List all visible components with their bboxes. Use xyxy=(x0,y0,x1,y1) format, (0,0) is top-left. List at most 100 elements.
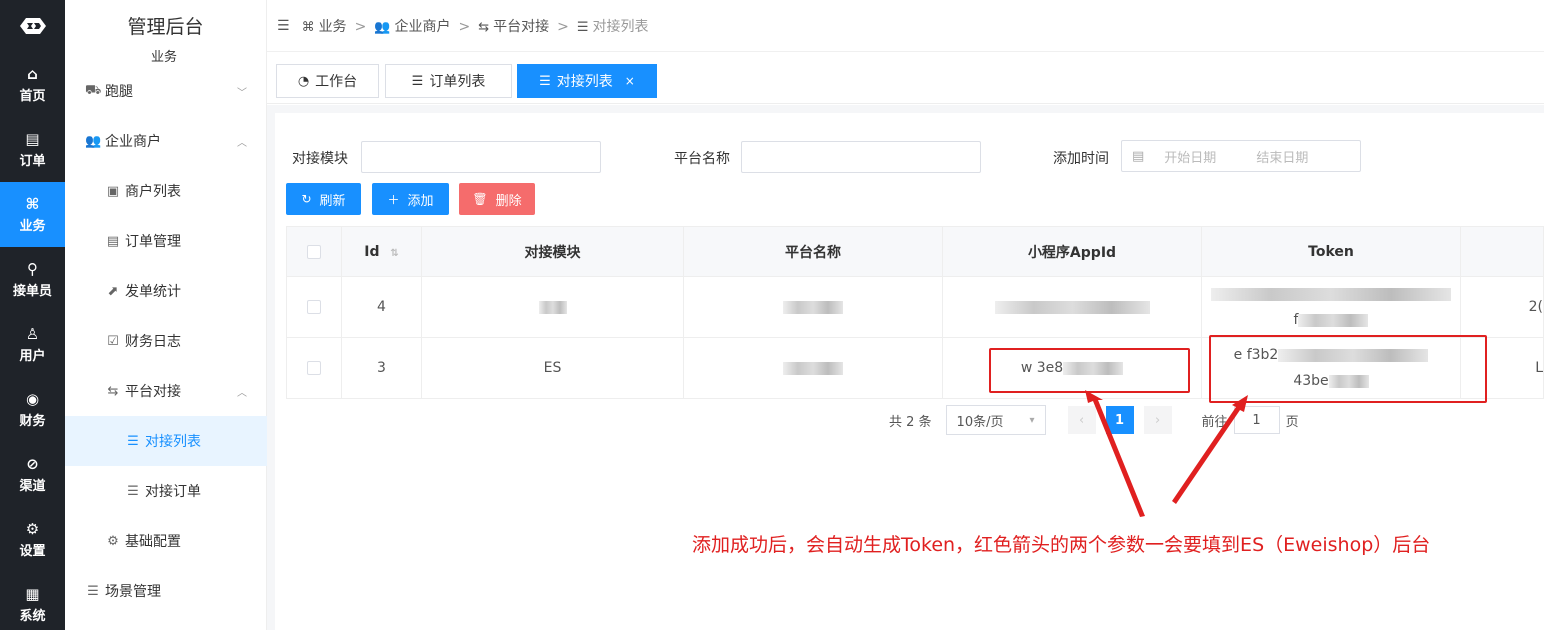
collapse-menu-icon[interactable]: ☰ xyxy=(277,18,290,34)
time-label: 添加时间 xyxy=(1053,151,1109,167)
sidebar-item-4[interactable]: ⬈ 发单统计 xyxy=(65,266,267,316)
tab-label: 订单列表 xyxy=(429,74,486,90)
date-range-picker[interactable]: ▤ 开始日期 结束日期 xyxy=(1121,140,1361,172)
sort-icon[interactable]: ⇅ xyxy=(390,248,398,259)
sidebar-item-label: 对接列表 xyxy=(145,434,201,450)
chevron-up-icon: ︿ xyxy=(237,137,247,149)
list-icon: ☰ xyxy=(127,433,139,449)
sidebar-item-10[interactable]: ☰ 场景管理 xyxy=(65,566,267,616)
sidebar-item-9[interactable]: ⚙ 基础配置 xyxy=(65,516,267,566)
end-date-input[interactable]: 结束日期 xyxy=(1256,147,1308,166)
tab-integration-list[interactable]: ☰ 对接列表 × xyxy=(517,64,657,98)
close-icon[interactable]: × xyxy=(625,74,635,88)
breadcrumb-item-3[interactable]: ☰ 对接列表 xyxy=(577,19,649,35)
sidebar-item-2[interactable]: ▣ 商户列表 xyxy=(65,166,267,216)
extra-fragment: L xyxy=(1535,360,1543,376)
id-column-header[interactable]: Id ⇅ xyxy=(341,226,422,277)
sidebar-item-label: 财务日志 xyxy=(125,334,181,350)
breadcrumb-item-1[interactable]: 👥 企业商户 xyxy=(374,19,450,35)
breadcrumb-label: 业务 xyxy=(318,18,347,35)
sidebar-item-1[interactable]: 👥 企业商户 ︿ xyxy=(65,116,267,166)
bike-icon: ⚲ xyxy=(27,260,38,278)
start-date-input[interactable]: 开始日期 xyxy=(1164,147,1216,166)
lines-icon: ☰ xyxy=(127,483,139,499)
chevron-up-icon: ︿ xyxy=(237,387,247,399)
rail-item-label: 接单员 xyxy=(12,284,52,299)
rail-item-0[interactable]: ⌂ 首页 xyxy=(0,52,65,117)
sidebar-item-7[interactable]: ☰ 对接列表 xyxy=(65,416,267,466)
rail-item-label: 设置 xyxy=(19,544,46,559)
row-checkbox[interactable] xyxy=(286,337,342,399)
id-card-icon: ▣ xyxy=(106,183,120,199)
app-rail: ⌂ 首页 ▤ 订单 ⌘ 业务 ⚲ 接单员 ♙ 用户 ◉ 财务 ⊘ 渠道 ⚙ 设置 ▦ 系统 xyxy=(0,0,65,630)
rail-item-label: 用户 xyxy=(19,349,46,364)
sidebar-item-6[interactable]: ⇆ 平台对接 ︿ xyxy=(65,366,267,416)
sidebar-item-3[interactable]: ▤ 订单管理 xyxy=(65,216,267,266)
trash-icon: 🗑 xyxy=(472,192,488,206)
delete-label: 删除 xyxy=(495,193,522,209)
breadcrumb-label: 企业商户 xyxy=(394,18,451,35)
app-title: 管理后台 xyxy=(127,16,204,38)
rail-item-4[interactable]: ♙ 用户 xyxy=(0,312,65,377)
breadcrumb-item-0[interactable]: ⌘ 业务 xyxy=(302,19,347,35)
goto-page-input[interactable]: 1 xyxy=(1233,406,1280,434)
gear-icon: ⚙ xyxy=(107,533,119,549)
document-icon: ▤ xyxy=(106,233,120,249)
chevron-down-icon: ﹀ xyxy=(237,87,247,99)
sidebar-item-5[interactable]: ☑ 财务日志 xyxy=(65,316,267,366)
dashboard-icon: ◔ xyxy=(297,73,310,89)
sidebar-item-label: 对接订单 xyxy=(145,484,201,500)
sidebar-item-label: 商户列表 xyxy=(125,184,181,200)
rail-item-label: 渠道 xyxy=(19,479,46,494)
row-checkbox[interactable] xyxy=(286,276,342,338)
swap-icon: ⇆ xyxy=(107,383,119,399)
rail-item-5[interactable]: ◉ 财务 xyxy=(0,377,65,442)
page-size-select[interactable]: 10条/页 ▾ xyxy=(945,405,1046,435)
platform-input[interactable] xyxy=(741,141,981,173)
next-page-button[interactable]: › xyxy=(1143,406,1172,434)
sidebar-item-label: 发单统计 xyxy=(125,284,181,300)
extra-column-header xyxy=(1460,226,1544,277)
row-id: 4 xyxy=(341,276,422,338)
tab-workbench[interactable]: ◔ 工作台 xyxy=(276,64,379,98)
rail-item-6[interactable]: ⊘ 渠道 xyxy=(0,442,65,507)
logo-icon[interactable] xyxy=(0,0,65,52)
rail-item-8[interactable]: ▦ 系统 xyxy=(0,572,65,637)
prev-page-button[interactable]: ‹ xyxy=(1067,406,1096,434)
module-input[interactable] xyxy=(361,141,601,173)
rail-item-label: 系统 xyxy=(19,609,46,624)
rail-item-label: 财务 xyxy=(19,414,46,429)
row-id: 3 xyxy=(341,337,422,399)
goto-suffix: 页 xyxy=(1285,414,1299,430)
delete-button[interactable]: 🗑 删除 xyxy=(459,183,535,215)
rail-item-3[interactable]: ⚲ 接单员 xyxy=(0,247,65,312)
rail-item-7[interactable]: ⚙ 设置 xyxy=(0,507,65,572)
settings-icon: ⚙ xyxy=(25,520,40,538)
compass-icon: ⊘ xyxy=(26,455,39,473)
rail-item-2[interactable]: ⌘ 业务 xyxy=(0,182,65,247)
sidebar-item-label: 企业商户 xyxy=(105,134,161,150)
select-all-checkbox[interactable] xyxy=(286,226,342,277)
row-token: f xyxy=(1201,276,1461,338)
tab-order-list[interactable]: ☰ 订单列表 xyxy=(385,64,512,98)
calendar-icon: ▤ xyxy=(1132,148,1145,164)
redacted-text xyxy=(783,361,843,375)
extra-fragment: 2( xyxy=(1528,299,1543,315)
sidebar-item-8[interactable]: ☰ 对接订单 xyxy=(65,466,267,516)
chevron-down-icon: ▾ xyxy=(1029,414,1035,426)
sidebar-item-label: 订单管理 xyxy=(125,234,181,250)
row-platform xyxy=(683,276,943,338)
log-icon: ☑ xyxy=(107,333,119,349)
rail-item-1[interactable]: ▤ 订单 xyxy=(0,117,65,182)
table-row: 4 f 2( xyxy=(286,276,1544,338)
sidebar-item-0[interactable]: ⛟ 跑腿 ﹀ xyxy=(65,66,267,116)
page-1-button[interactable]: 1 xyxy=(1105,406,1134,434)
breadcrumb-item-2[interactable]: ⇆ 平台对接 xyxy=(478,19,549,35)
breadcrumb-label: 平台对接 xyxy=(493,18,550,35)
user-icon: ♙ xyxy=(25,325,40,343)
errand-icon: ⛟ xyxy=(85,82,102,98)
refresh-button[interactable]: ↻ 刷新 xyxy=(286,183,361,215)
goto-prefix: 前往 xyxy=(1201,414,1228,430)
add-button[interactable]: ＋ 添加 xyxy=(372,183,449,215)
lines-icon: ☰ xyxy=(411,73,424,89)
